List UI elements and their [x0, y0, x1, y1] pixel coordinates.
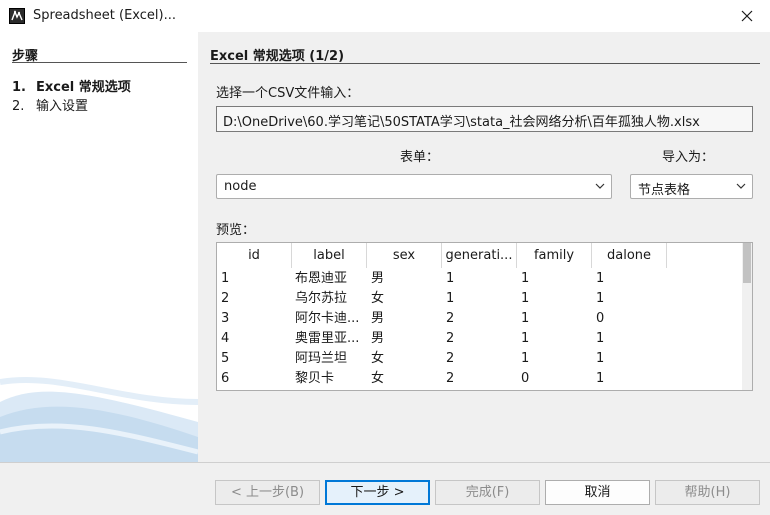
table-cell: 女	[371, 351, 385, 366]
preview-table: id label sex generati... family dalone 1…	[216, 242, 753, 391]
import-as-select[interactable]: 节点表格	[630, 174, 753, 199]
table-cell: 1	[596, 371, 605, 386]
table-cell: 1	[521, 291, 530, 306]
chevron-down-icon	[595, 179, 605, 197]
column-header[interactable]: sex	[367, 243, 442, 268]
column-header[interactable]: id	[217, 243, 292, 268]
table-cell: 2	[446, 351, 455, 366]
table-body: 1 布恩迪亚 男 1 1 1 2 乌尔苏拉 女 1 1 1 3 阿尔卡迪... …	[217, 269, 667, 389]
table-cell: 6	[221, 371, 230, 386]
table-row: 2 乌尔苏拉 女 1 1 1	[217, 289, 667, 309]
divider	[0, 462, 770, 463]
table-cell: 4	[221, 331, 230, 346]
preview-label: 预览：	[216, 223, 256, 238]
table-cell: 2	[446, 311, 455, 326]
table-cell: 奥雷里亚...	[295, 331, 360, 346]
table-cell: 1	[596, 291, 605, 306]
next-button[interactable]: 下一步 >	[325, 480, 430, 505]
table-cell: 0	[521, 371, 530, 386]
table-cell: 1	[446, 291, 455, 306]
import-dialog: Spreadsheet (Excel)... 步骤 1. Excel 常规选项 2…	[0, 0, 770, 515]
table-cell: 1	[596, 331, 605, 346]
table-cell: 1	[521, 351, 530, 366]
step-item-excel-options: 1. Excel 常规选项	[12, 76, 131, 95]
sheet-label: 表单：	[400, 150, 440, 165]
table-cell: 布恩迪亚	[295, 271, 348, 286]
table-cell: 1	[596, 271, 605, 286]
step-item-input-settings: 2. 输入设置	[12, 95, 88, 114]
table-cell: 2	[446, 371, 455, 386]
import-as-label: 导入为：	[662, 150, 715, 165]
sheet-select-value: node	[224, 179, 257, 194]
table-cell: 5	[221, 351, 230, 366]
column-header[interactable]: dalone	[592, 243, 667, 268]
table-cell: 男	[371, 271, 385, 286]
column-header[interactable]: label	[292, 243, 367, 268]
steps-pane: 步骤 1. Excel 常规选项 2. 输入设置	[0, 32, 198, 462]
table-row: 3 阿尔卡迪... 男 2 1 0	[217, 309, 667, 329]
title-bar: Spreadsheet (Excel)...	[0, 0, 770, 32]
divider	[210, 63, 760, 64]
table-cell: 女	[371, 291, 385, 306]
step-number: 2.	[12, 99, 25, 114]
file-path-field[interactable]: D:\OneDrive\60.学习笔记\50STATA学习\stata_社会网络…	[216, 106, 753, 132]
table-cell: 男	[371, 331, 385, 346]
close-icon[interactable]	[724, 0, 770, 32]
decorative-wave-graphic	[0, 376, 198, 462]
table-cell: 黎贝卡	[295, 371, 335, 386]
table-cell: 阿玛兰坦	[295, 351, 348, 366]
import-as-select-value: 节点表格	[638, 183, 691, 198]
table-header: id label sex generati... family dalone	[217, 243, 743, 268]
table-cell: 乌尔苏拉	[295, 291, 348, 306]
table-cell: 男	[371, 311, 385, 326]
column-header[interactable]: family	[517, 243, 592, 268]
csv-file-label: 选择一个CSV文件输入：	[216, 86, 360, 101]
help-button[interactable]: 帮助(H)	[655, 480, 760, 505]
back-button[interactable]: < 上一步(B)	[215, 480, 320, 505]
table-row: 6 黎贝卡 女 2 0 1	[217, 369, 667, 389]
vertical-scrollbar[interactable]	[742, 243, 752, 390]
cancel-button[interactable]: 取消	[545, 480, 650, 505]
divider	[12, 62, 187, 63]
table-cell: 女	[371, 371, 385, 386]
chevron-down-icon	[736, 179, 746, 197]
table-cell: 1	[446, 271, 455, 286]
table-cell: 1	[521, 271, 530, 286]
table-cell: 3	[221, 311, 230, 326]
finish-button[interactable]: 完成(F)	[435, 480, 540, 505]
table-cell: 1	[521, 331, 530, 346]
app-logo-icon	[9, 8, 25, 24]
table-cell: 1	[221, 271, 230, 286]
table-cell: 2	[221, 291, 230, 306]
column-header[interactable]: generati...	[442, 243, 517, 268]
table-row: 4 奥雷里亚... 男 2 1 1	[217, 329, 667, 349]
table-cell: 2	[446, 331, 455, 346]
table-cell: 阿尔卡迪...	[295, 311, 360, 326]
step-number: 1.	[12, 80, 26, 95]
sheet-select[interactable]: node	[216, 174, 612, 199]
table-row: 1 布恩迪亚 男 1 1 1	[217, 269, 667, 289]
step-label: 输入设置	[36, 99, 89, 114]
table-row: 5 阿玛兰坦 女 2 1 1	[217, 349, 667, 369]
table-cell: 0	[596, 311, 605, 326]
page-title: Excel 常规选项 (1/2)	[210, 49, 345, 64]
window-title: Spreadsheet (Excel)...	[33, 8, 176, 23]
scrollbar-thumb[interactable]	[743, 243, 751, 283]
table-cell: 1	[521, 311, 530, 326]
table-cell: 1	[596, 351, 605, 366]
step-label: Excel 常规选项	[36, 80, 131, 95]
